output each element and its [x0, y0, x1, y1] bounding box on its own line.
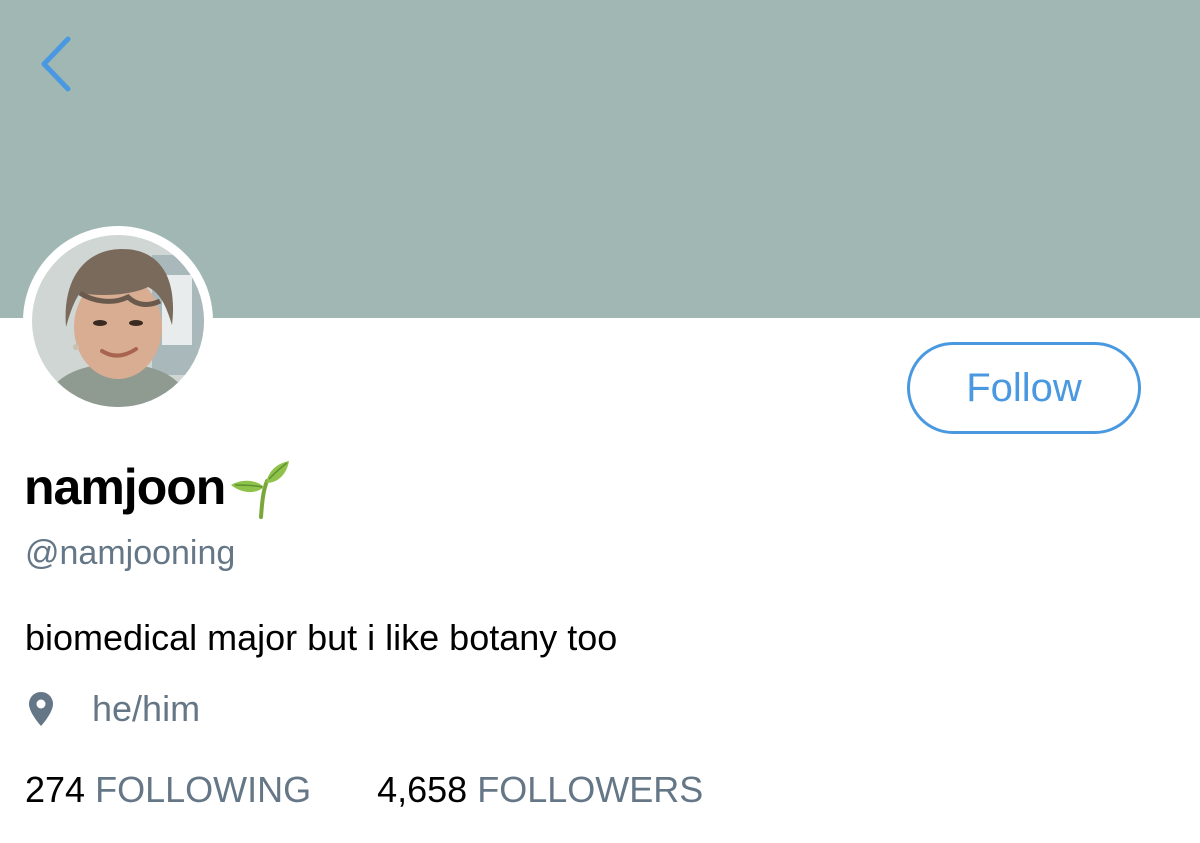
followers-label: FOLLOWERS [477, 769, 704, 810]
display-name: namjoon [24, 459, 226, 515]
seedling-icon [231, 461, 290, 519]
location-text: he/him [92, 688, 201, 729]
following-label: FOLLOWING [95, 769, 312, 810]
follow-button[interactable]: Follow [907, 342, 1141, 434]
following-count: 274 [25, 769, 86, 810]
chevron-left-icon [41, 36, 71, 92]
followers-count: 4,658 [377, 769, 468, 810]
profile-location: he/him [28, 686, 200, 732]
following-stat[interactable]: 274 FOLLOWING [25, 769, 311, 811]
back-button[interactable] [28, 30, 84, 98]
profile-bio: biomedical major but i like botany too [25, 617, 618, 658]
profile-handle: @namjooning [25, 534, 236, 572]
profile-stats: 274 FOLLOWING 4,658 FOLLOWERS [25, 768, 703, 812]
profile-photo [32, 235, 204, 407]
profile-name-row: namjoon [24, 452, 291, 522]
followers-stat[interactable]: 4,658 FOLLOWERS [377, 769, 703, 811]
location-pin-icon [29, 692, 53, 726]
avatar[interactable] [23, 226, 213, 416]
